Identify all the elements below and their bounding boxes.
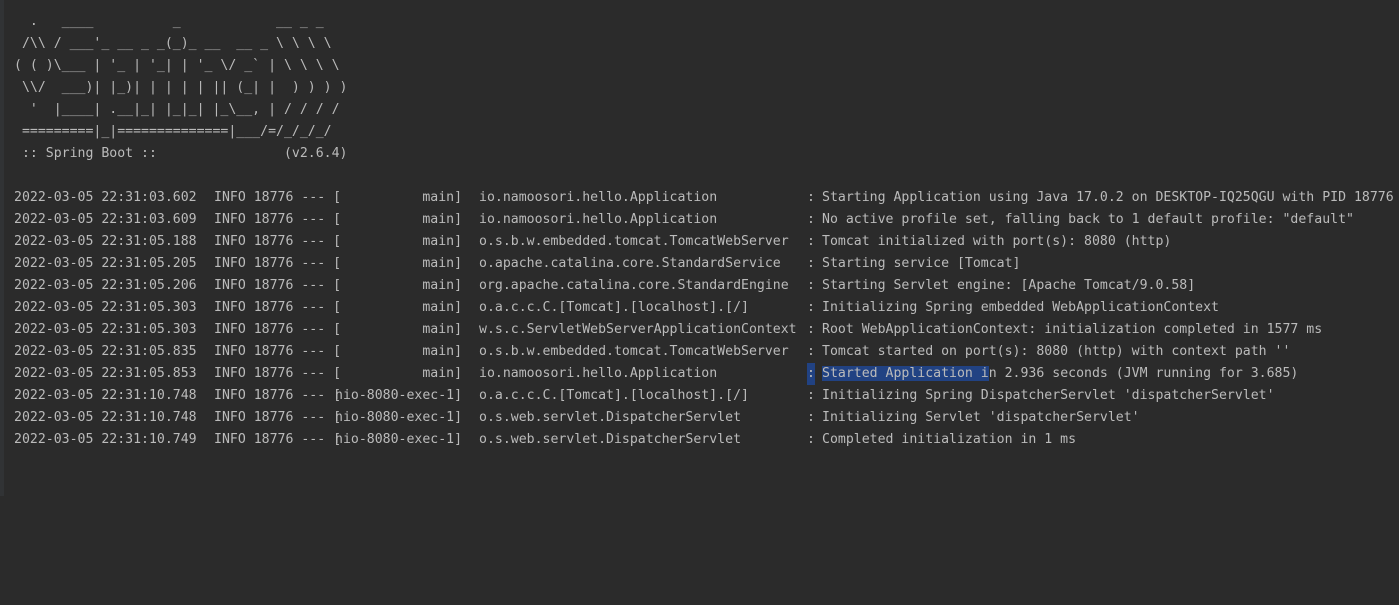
- log-separator: :: [807, 300, 815, 315]
- log-timestamp: 2022-03-05 22:31:10.748: [14, 388, 197, 403]
- log-timestamp: 2022-03-05 22:31:05.188: [14, 234, 197, 249]
- log-separator: :: [807, 256, 815, 271]
- log-line[interactable]: 2022-03-05 22:31:10.749 INFO 18776 --- […: [14, 429, 1076, 451]
- log-separator: :: [807, 190, 815, 205]
- log-message: Starting Servlet engine: [Apache Tomcat/…: [822, 278, 1196, 293]
- log-separator: :: [807, 322, 815, 337]
- log-level-pid: INFO 18776 --- [: [214, 388, 342, 403]
- log-separator: :: [807, 278, 815, 293]
- log-logger: org.apache.catalina.core.StandardEngine: [479, 278, 789, 293]
- log-thread: nio-8080-exec-1]: [335, 432, 463, 447]
- log-separator: :: [807, 234, 815, 249]
- log-line[interactable]: 2022-03-05 22:31:10.748 INFO 18776 --- […: [14, 407, 1140, 429]
- log-level-pid: INFO 18776 --- [: [214, 190, 342, 205]
- log-thread: main]: [335, 234, 463, 249]
- log-level-pid: INFO 18776 --- [: [214, 212, 342, 227]
- log-logger: io.namoosori.hello.Application: [479, 190, 718, 205]
- log-level-pid: INFO 18776 --- [: [214, 234, 342, 249]
- log-message: Tomcat initialized with port(s): 8080 (h…: [822, 234, 1172, 249]
- log-logger: w.s.c.ServletWebServerApplicationContext: [479, 322, 797, 337]
- console-gutter: [0, 0, 4, 496]
- log-level-pid: INFO 18776 --- [: [214, 322, 342, 337]
- log-message: Starting Application using Java 17.0.2 o…: [822, 190, 1394, 205]
- log-logger: o.s.b.w.embedded.tomcat.TomcatWebServer: [479, 344, 789, 359]
- log-message: Starting service [Tomcat]: [822, 256, 1021, 271]
- log-timestamp: 2022-03-05 22:31:05.303: [14, 322, 197, 337]
- log-level-pid: INFO 18776 --- [: [214, 256, 342, 271]
- log-level-pid: INFO 18776 --- [: [214, 432, 342, 447]
- log-separator: :: [807, 410, 815, 425]
- log-thread: main]: [335, 256, 463, 271]
- log-message: Tomcat started on port(s): 8080 (http) w…: [822, 344, 1291, 359]
- log-timestamp: 2022-03-05 22:31:05.205: [14, 256, 197, 271]
- log-message: Initializing Servlet 'dispatcherServlet': [822, 410, 1140, 425]
- log-thread: main]: [335, 190, 463, 205]
- log-line[interactable]: 2022-03-05 22:31:03.609 INFO 18776 --- […: [14, 209, 1354, 231]
- log-level-pid: INFO 18776 --- [: [214, 410, 342, 425]
- log-thread: main]: [335, 212, 463, 227]
- log-timestamp: 2022-03-05 22:31:03.609: [14, 212, 197, 227]
- log-timestamp: 2022-03-05 22:31:05.853: [14, 366, 197, 381]
- log-line[interactable]: 2022-03-05 22:31:05.303 INFO 18776 --- […: [14, 297, 1219, 319]
- log-thread: nio-8080-exec-1]: [335, 388, 463, 403]
- log-timestamp: 2022-03-05 22:31:10.748: [14, 410, 197, 425]
- selected-text[interactable]: Started Application i: [822, 366, 989, 381]
- log-logger: o.a.c.c.C.[Tomcat].[localhost].[/]: [479, 300, 749, 315]
- log-message: No active profile set, falling back to 1…: [822, 212, 1354, 227]
- log-logger: o.s.web.servlet.DispatcherServlet: [479, 432, 742, 447]
- log-timestamp: 2022-03-05 22:31:03.602: [14, 190, 197, 205]
- log-logger: o.s.web.servlet.DispatcherServlet: [479, 410, 742, 425]
- log-thread: main]: [335, 278, 463, 293]
- log-line[interactable]: 2022-03-05 22:31:05.835 INFO 18776 --- […: [14, 341, 1290, 363]
- log-message: Initializing Spring embedded WebApplicat…: [822, 300, 1219, 315]
- log-thread: main]: [335, 344, 463, 359]
- log-line[interactable]: 2022-03-05 22:31:03.602 INFO 18776 --- […: [14, 187, 1394, 209]
- log-separator: :: [807, 388, 815, 403]
- log-line[interactable]: 2022-03-05 22:31:05.206 INFO 18776 --- […: [14, 275, 1195, 297]
- log-logger: io.namoosori.hello.Application: [479, 366, 718, 381]
- log-level-pid: INFO 18776 --- [: [214, 344, 342, 359]
- log-line[interactable]: 2022-03-05 22:31:05.853 INFO 18776 --- […: [14, 363, 1298, 385]
- log-level-pid: INFO 18776 --- [: [214, 366, 342, 381]
- log-thread: main]: [335, 366, 463, 381]
- log-logger: o.a.c.c.C.[Tomcat].[localhost].[/]: [479, 388, 749, 403]
- log-message: Completed initialization in 1 ms: [822, 432, 1077, 447]
- log-separator: :: [807, 344, 815, 359]
- console-output[interactable]: . ____ _ __ _ _ /\\ / ___'_ __ _ _(_)_ _…: [0, 0, 1399, 496]
- log-logger: io.namoosori.hello.Application: [479, 212, 718, 227]
- log-thread: nio-8080-exec-1]: [335, 410, 463, 425]
- log-line[interactable]: 2022-03-05 22:31:05.205 INFO 18776 --- […: [14, 253, 1021, 275]
- log-logger: o.apache.catalina.core.StandardService: [479, 256, 781, 271]
- log-timestamp: 2022-03-05 22:31:05.835: [14, 344, 197, 359]
- log-lines: 2022-03-05 22:31:03.602 INFO 18776 --- […: [14, 187, 1394, 451]
- log-message-rest: n 2.936 seconds (JVM running for 3.685): [988, 366, 1299, 381]
- log-message: Started Application in 2.936 seconds (JV…: [822, 363, 1298, 385]
- spring-boot-banner: . ____ _ __ _ _ /\\ / ___'_ __ _ _(_)_ _…: [14, 14, 348, 161]
- log-logger: o.s.b.w.embedded.tomcat.TomcatWebServer: [479, 234, 789, 249]
- log-message: Root WebApplicationContext: initializati…: [822, 322, 1323, 337]
- log-line[interactable]: 2022-03-05 22:31:10.748 INFO 18776 --- […: [14, 385, 1275, 407]
- log-level-pid: INFO 18776 --- [: [214, 300, 342, 315]
- log-separator: :: [807, 363, 815, 385]
- log-timestamp: 2022-03-05 22:31:05.303: [14, 300, 197, 315]
- log-thread: main]: [335, 300, 463, 315]
- log-timestamp: 2022-03-05 22:31:05.206: [14, 278, 197, 293]
- log-thread: main]: [335, 322, 463, 337]
- log-message: Initializing Spring DispatcherServlet 'd…: [822, 388, 1275, 403]
- log-separator: :: [807, 212, 815, 227]
- log-level-pid: INFO 18776 --- [: [214, 278, 342, 293]
- log-line[interactable]: 2022-03-05 22:31:05.188 INFO 18776 --- […: [14, 231, 1171, 253]
- log-timestamp: 2022-03-05 22:31:10.749: [14, 432, 197, 447]
- log-separator: :: [807, 432, 815, 447]
- log-line[interactable]: 2022-03-05 22:31:05.303 INFO 18776 --- […: [14, 319, 1322, 341]
